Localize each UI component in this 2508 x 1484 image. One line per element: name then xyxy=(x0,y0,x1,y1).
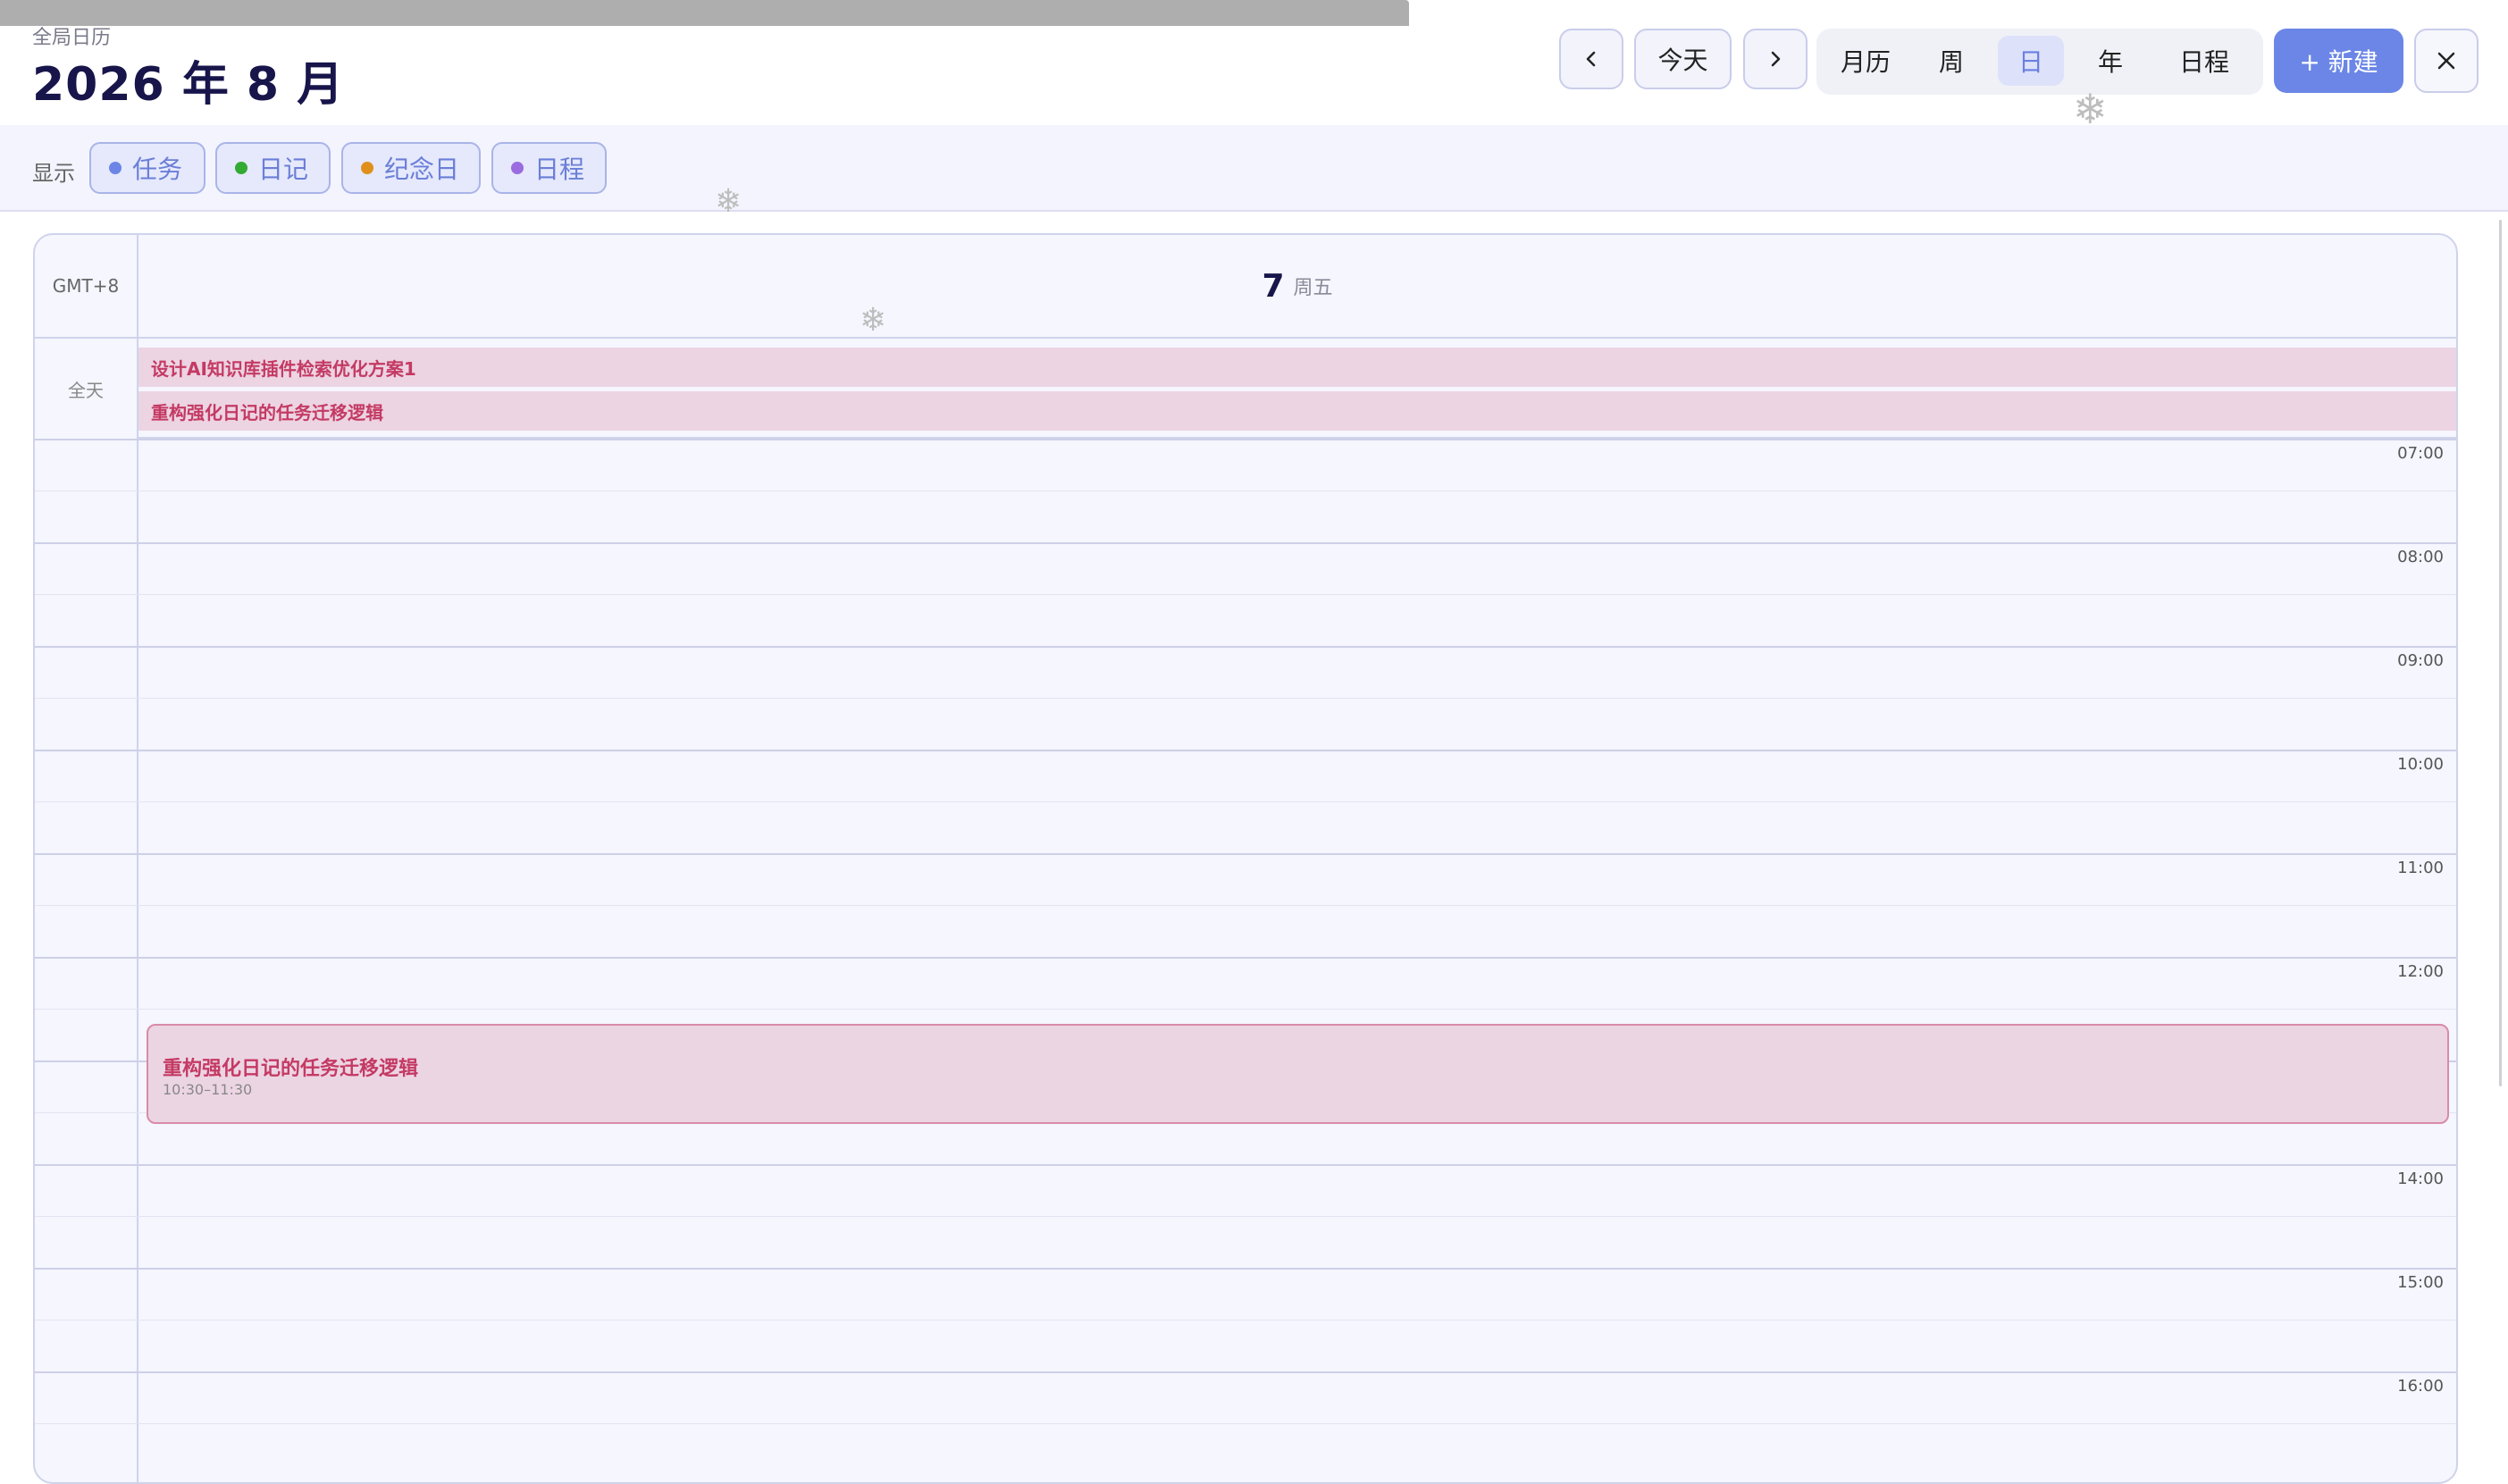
hour-label: 08:00 xyxy=(2397,548,2444,566)
chip-label: 任务 xyxy=(132,155,183,184)
view-year[interactable]: 年 xyxy=(2076,36,2145,86)
calendar-header: 全局日历 2026 年 8 月 今天 月历 周 日 年 日程 + 新建 xyxy=(0,0,2508,127)
hour-row[interactable]: 15:00 xyxy=(35,1268,2456,1371)
half-hour-line xyxy=(35,801,2456,802)
tasks-dot-icon xyxy=(109,162,122,174)
time-grid[interactable]: 07:0008:0009:0010:0011:0012:0013:0014:00… xyxy=(35,439,2456,1482)
chip-label: 纪念日 xyxy=(384,155,460,184)
timezone-label: GMT+8 xyxy=(35,235,138,339)
half-hour-line xyxy=(35,1216,2456,1217)
half-hour-line xyxy=(35,1009,2456,1010)
half-hour-line xyxy=(35,594,2456,595)
view-week[interactable]: 周 xyxy=(1917,36,1986,86)
hour-row[interactable]: 14:00 xyxy=(35,1164,2456,1268)
next-button[interactable] xyxy=(1743,29,1808,89)
day-number: 7 xyxy=(1262,267,1285,305)
hour-label: 14:00 xyxy=(2397,1170,2444,1188)
hour-row[interactable]: 16:00 xyxy=(35,1371,2456,1475)
allday-row[interactable]: 设计AI知识库插件检索优化方案1 重构强化日记的任务迁移逻辑 xyxy=(138,339,2456,439)
allday-event[interactable]: 设计AI知识库插件检索优化方案1 xyxy=(138,348,2456,387)
anniversary-dot-icon xyxy=(361,162,373,174)
hour-label: 09:00 xyxy=(2397,651,2444,670)
hour-row[interactable]: 07:00 xyxy=(35,439,2456,542)
filter-chip-diary[interactable]: 日记 xyxy=(215,142,331,194)
allday-label: 全天 xyxy=(35,339,138,439)
today-button[interactable]: 今天 xyxy=(1634,29,1732,89)
event-title: 重构强化日记的任务迁移逻辑 xyxy=(163,1058,419,1080)
hour-label: 15:00 xyxy=(2397,1273,2444,1292)
diary-dot-icon xyxy=(235,162,247,174)
hour-label: 12:00 xyxy=(2397,962,2444,981)
filter-chip-schedule[interactable]: 日程 xyxy=(491,142,607,194)
snowflake-icon: ❄ xyxy=(860,302,887,339)
filter-chip-anniversary[interactable]: 纪念日 xyxy=(341,142,481,194)
filter-bar: 显示 任务 日记 纪念日 日程 xyxy=(0,125,2508,212)
scrollbar[interactable] xyxy=(2499,220,2502,1086)
filter-label: 显示 xyxy=(32,161,75,186)
snowflake-icon: ❄ xyxy=(715,183,742,220)
half-hour-line xyxy=(35,698,2456,699)
hour-row[interactable]: 09:00 xyxy=(35,646,2456,750)
chevron-right-icon xyxy=(1771,51,1781,67)
chip-label: 日程 xyxy=(534,155,585,184)
hour-label: 16:00 xyxy=(2397,1377,2444,1396)
new-event-button[interactable]: + 新建 xyxy=(2274,29,2403,93)
schedule-dot-icon xyxy=(511,162,524,174)
hour-label: 10:00 xyxy=(2397,755,2444,774)
hour-label: 11:00 xyxy=(2397,859,2444,877)
page-title: 2026 年 8 月 xyxy=(32,58,345,112)
half-hour-line xyxy=(35,1423,2456,1424)
hour-row[interactable]: 10:00 xyxy=(35,750,2456,853)
filter-chip-tasks[interactable]: 任务 xyxy=(89,142,206,194)
hour-row[interactable]: 11:00 xyxy=(35,853,2456,957)
event-time: 10:30–11:30 xyxy=(163,1081,253,1098)
snowflake-icon: ❄ xyxy=(2073,85,2108,133)
close-icon xyxy=(2437,52,2455,70)
day-header[interactable]: 7 周五 xyxy=(138,235,2456,339)
timed-event[interactable]: 重构强化日记的任务迁移逻辑 10:30–11:30 xyxy=(147,1024,2449,1124)
chip-label: 日记 xyxy=(258,155,309,184)
half-hour-line xyxy=(35,490,2456,491)
allday-event[interactable]: 重构强化日记的任务迁移逻辑 xyxy=(138,391,2456,431)
view-day[interactable]: 日 xyxy=(1998,36,2064,86)
half-hour-line xyxy=(35,905,2456,906)
hour-label: 07:00 xyxy=(2397,444,2444,463)
prev-button[interactable] xyxy=(1559,29,1623,89)
chevron-left-icon xyxy=(1586,51,1596,67)
close-button[interactable] xyxy=(2414,29,2479,93)
day-calendar: GMT+8 7 周五 全天 设计AI知识库插件检索优化方案1 重构强化日记的任务… xyxy=(33,233,2458,1484)
hour-row[interactable]: 08:00 xyxy=(35,542,2456,646)
view-month[interactable]: 月历 xyxy=(1825,36,1906,86)
day-name: 周五 xyxy=(1293,277,1333,299)
view-schedule[interactable]: 日程 xyxy=(2156,36,2252,86)
view-switcher: 月历 周 日 年 日程 xyxy=(1816,29,2263,95)
half-hour-line xyxy=(35,1320,2456,1321)
